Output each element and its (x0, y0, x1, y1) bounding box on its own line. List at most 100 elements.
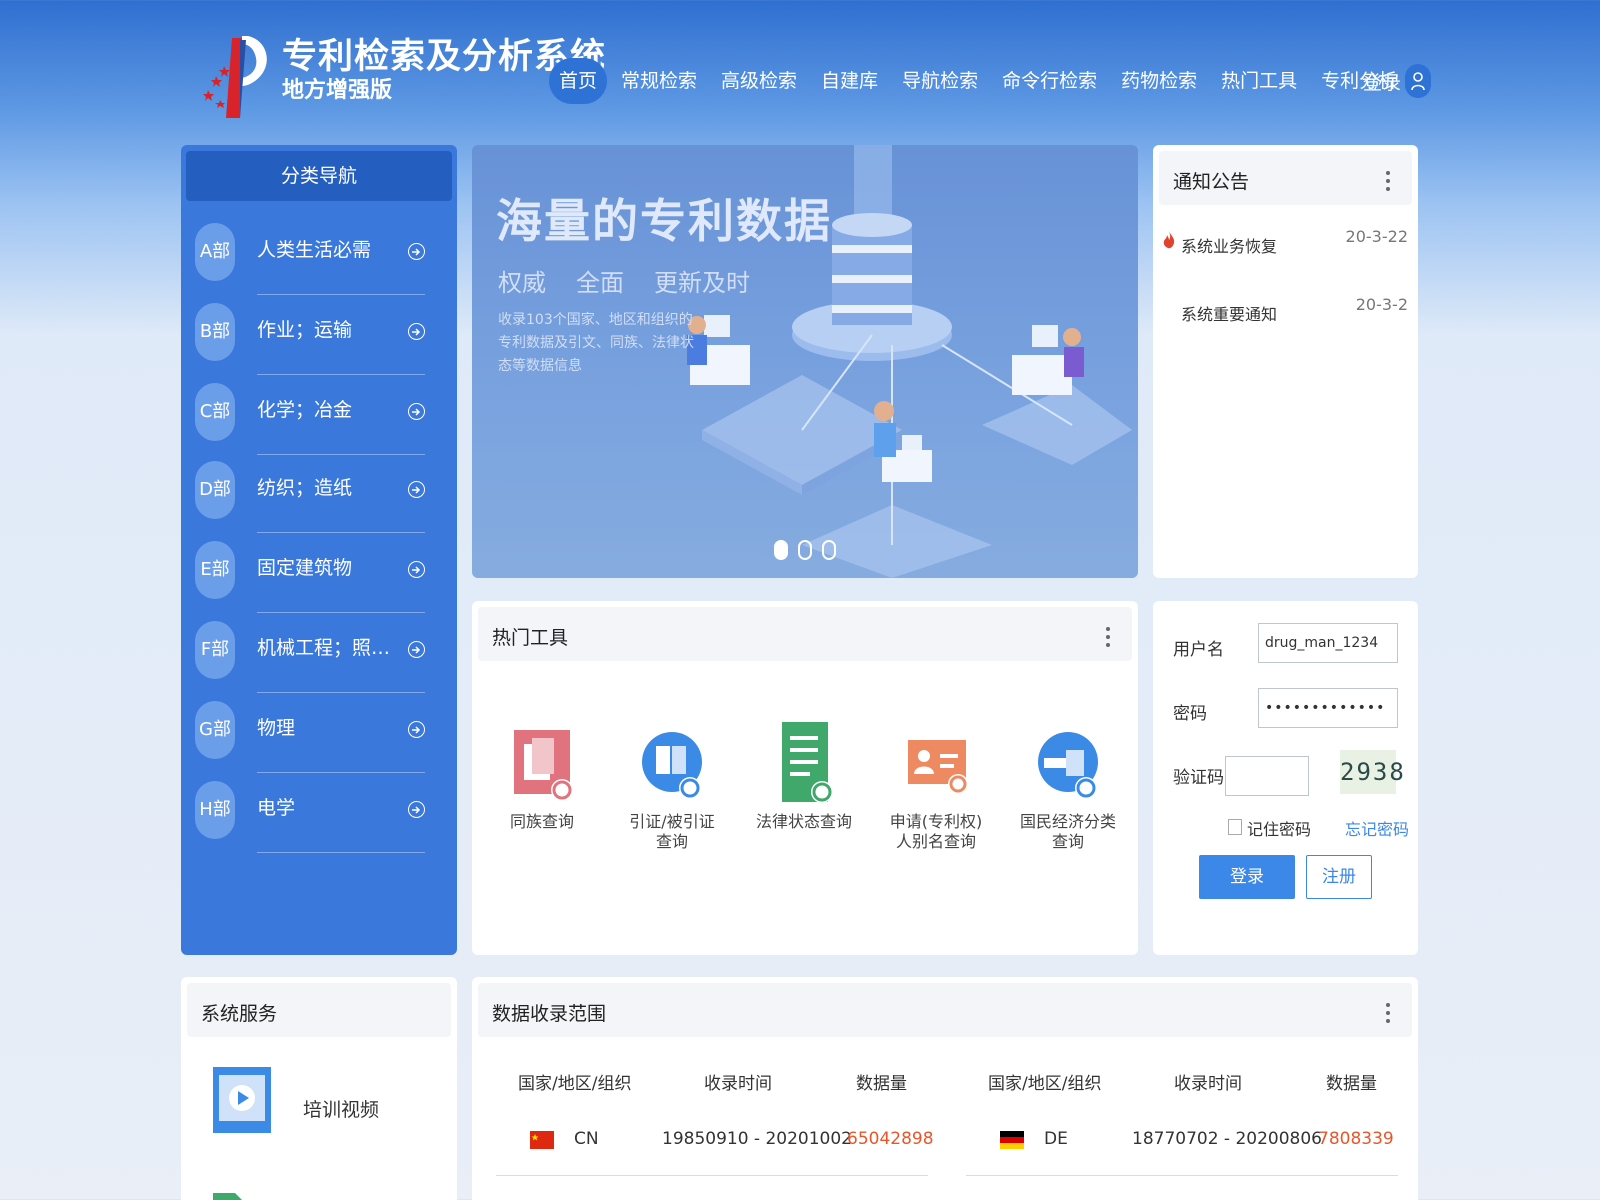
nav-drug-search[interactable]: 药物检索 (1111, 58, 1207, 104)
more-icon[interactable] (1106, 627, 1110, 647)
panel-header: 热门工具 (478, 607, 1132, 661)
banner-tags: 权威 全面 更新及时 (498, 263, 750, 298)
sidebar-title: 分类导航 (186, 151, 452, 201)
banner-tag: 全面 (576, 269, 624, 297)
section-badge: G部 (195, 701, 235, 759)
nav-home[interactable]: 首页 (549, 58, 608, 104)
register-button[interactable]: 注册 (1306, 855, 1372, 899)
column-header: 数据量 (1326, 1074, 1377, 1094)
sidebar-item-label: 物理 (257, 717, 296, 739)
remember-checkbox[interactable] (1228, 819, 1242, 835)
notice-item[interactable]: 系统重要通知 20-3-2 (1161, 295, 1408, 325)
more-icon[interactable] (1386, 171, 1390, 191)
service-item[interactable]: 培训视频 (211, 1065, 431, 1145)
notice-title: 通知公告 (1173, 171, 1250, 193)
captcha-image[interactable]: 2938 (1340, 750, 1404, 794)
row-divider (496, 1175, 928, 1176)
banner-carousel[interactable]: 海量的专利数据 权威 全面 更新及时 收录103个国家、地区和组织的专利数据及引… (472, 145, 1138, 578)
video-icon (213, 1067, 271, 1133)
notice-text: 系统业务恢复 (1181, 237, 1278, 256)
sidebar-item-a[interactable]: A部 人类生活必需 (195, 215, 435, 295)
sidebar-item-label: 电学 (257, 797, 296, 819)
sidebar-item-f[interactable]: F部 机械工程；照明；… (195, 613, 435, 693)
banner-tag: 更新及时 (654, 269, 750, 297)
nav-command-search[interactable]: 命令行检索 (992, 58, 1107, 104)
sidebar-item-g[interactable]: G部 物理 (195, 693, 435, 773)
user-icon (1405, 64, 1432, 98)
sidebar-item-e[interactable]: E部 固定建筑物 (195, 533, 435, 613)
country-code: DE (1044, 1129, 1068, 1149)
username-field[interactable]: drug_man_1234 (1258, 623, 1398, 663)
sidebar-item-label: 作业；运输 (257, 319, 353, 341)
notice-text: 系统重要通知 (1181, 305, 1278, 324)
header-login-link[interactable]: 登录 (1363, 64, 1432, 98)
services-title: 系统服务 (201, 1003, 278, 1025)
nav-advanced-search[interactable]: 高级检索 (711, 58, 807, 104)
notice-panel: 通知公告 系统业务恢复 20-3-22 系统重要通知 20-3-2 (1153, 145, 1418, 578)
service-label: 培训视频 (303, 1099, 380, 1121)
header-login-label: 登录 (1363, 71, 1402, 94)
app-subtitle: 地方增强版 (282, 78, 393, 103)
arrow-right-icon (408, 323, 425, 340)
panel-header: 数据收录范围 (478, 983, 1412, 1037)
banner-title: 海量的专利数据 (496, 194, 832, 248)
tool-citation-search[interactable]: 引证/被引证查询 (622, 716, 722, 852)
arrow-right-icon (408, 403, 425, 420)
sidebar-item-d[interactable]: D部 纺织；造纸 (195, 453, 435, 533)
banner-tag: 权威 (498, 269, 546, 297)
sidebar-item-h[interactable]: H部 电学 (195, 773, 435, 853)
section-badge: D部 (195, 461, 235, 519)
section-badge: C部 (195, 383, 235, 441)
tool-label: 同族查询 (509, 812, 574, 831)
de-flag-icon (1000, 1131, 1024, 1149)
sidebar-item-label: 人类生活必需 (257, 239, 372, 261)
username-label: 用户名 (1173, 640, 1224, 660)
notice-date: 20-3-22 (1345, 227, 1408, 246)
sidebar-item-label: 机械工程；照明；… (257, 637, 397, 659)
column-header: 国家/地区/组织 (518, 1074, 632, 1094)
tool-family-search[interactable]: 同族查询 (492, 716, 592, 832)
carousel-dot[interactable] (798, 540, 812, 560)
carousel-dot[interactable] (822, 540, 836, 560)
remember-label: 记住密码 (1247, 820, 1312, 839)
cn-flag-icon (530, 1131, 554, 1149)
password-field[interactable]: ••••••••••••• (1258, 688, 1398, 728)
nav-regular-search[interactable]: 常规检索 (611, 58, 707, 104)
carousel-dots (774, 540, 836, 560)
panel-header: 通知公告 (1159, 151, 1412, 205)
record-count: 65042898 (847, 1129, 934, 1149)
period: 19850910 - 20201002 (662, 1129, 852, 1149)
tool-label: 申请(专利权)人别名查询 (889, 812, 983, 851)
services-panel: 系统服务 培训视频 (181, 977, 457, 1200)
hot-tools-panel: 热门工具 同族查询 引证/被引证查询 法律状态查询 申请(专利权)人别名查询 国… (472, 601, 1138, 955)
sidebar-item-c[interactable]: C部 化学；冶金 (195, 375, 435, 455)
tool-label: 国民经济分类查询 (1019, 812, 1116, 851)
nav-custom-db[interactable]: 自建库 (811, 58, 888, 104)
login-button[interactable]: 登录 (1199, 855, 1295, 899)
carousel-dot[interactable] (774, 540, 788, 560)
section-badge: F部 (195, 621, 235, 679)
hot-tools-title: 热门工具 (492, 627, 569, 649)
tool-applicant-alias[interactable]: 申请(专利权)人别名查询 (886, 716, 986, 852)
captcha-field[interactable] (1225, 756, 1309, 796)
sidebar-item-b[interactable]: B部 作业；运输 (195, 295, 435, 375)
banner-description: 收录103个国家、地区和组织的专利数据及引文、同族、法律状态等数据信息 (498, 312, 694, 374)
logo-emblem-icon (203, 36, 267, 118)
family-search-icon (510, 716, 574, 806)
nav-navigation-search[interactable]: 导航检索 (892, 58, 988, 104)
notice-item[interactable]: 系统业务恢复 20-3-22 (1161, 227, 1408, 257)
service-icon (213, 1193, 242, 1200)
tool-label: 法律状态查询 (755, 812, 852, 831)
tool-economy-classification[interactable]: 国民经济分类查询 (1018, 716, 1118, 852)
fire-icon (1163, 231, 1175, 249)
sidebar-item-label: 固定建筑物 (257, 557, 353, 579)
country-code: CN (574, 1129, 599, 1149)
column-header: 数据量 (856, 1074, 907, 1094)
tool-legal-status[interactable]: 法律状态查询 (754, 716, 854, 832)
forgot-password-link[interactable]: 忘记密码 (1345, 816, 1409, 840)
more-icon[interactable] (1386, 1003, 1390, 1023)
data-range-panel: 数据收录范围 国家/地区/组织 收录时间 数据量 国家/地区/组织 收录时间 数… (472, 977, 1418, 1200)
nav-hot-tools[interactable]: 热门工具 (1211, 58, 1307, 104)
arrow-right-icon (408, 721, 425, 738)
column-header: 收录时间 (1174, 1074, 1242, 1094)
